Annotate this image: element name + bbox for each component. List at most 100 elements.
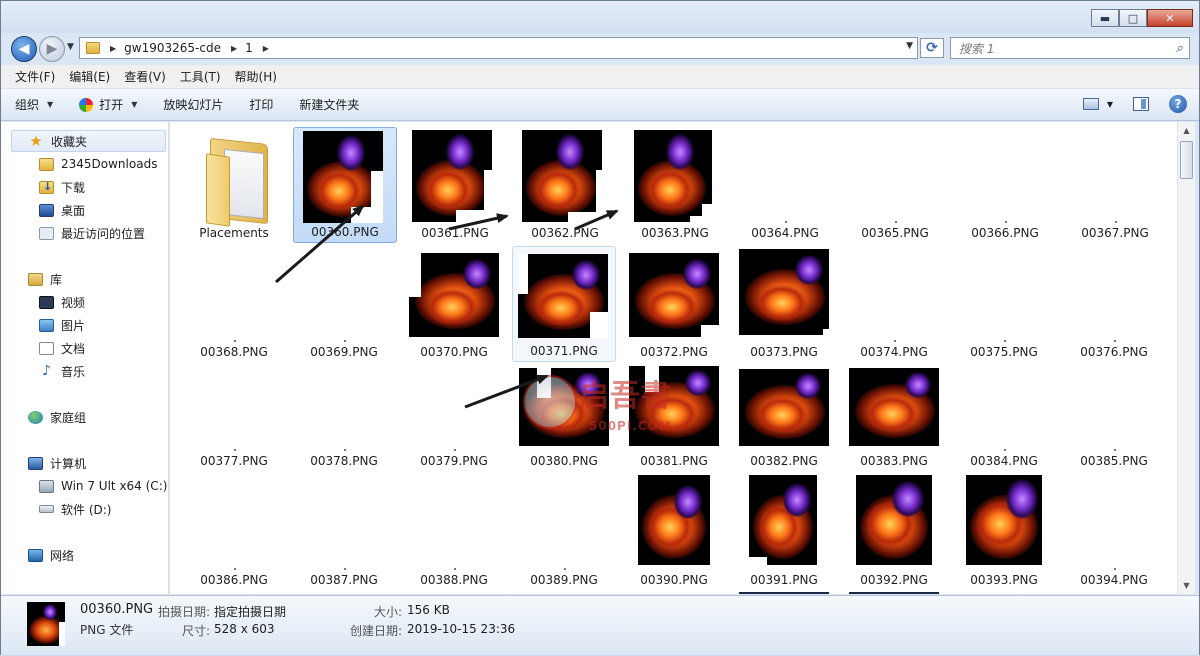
file-item[interactable]: 00383.PNG bbox=[842, 355, 946, 471]
nav-computer[interactable]: 计算机 bbox=[1, 452, 167, 474]
file-item[interactable]: 00379.PNG bbox=[402, 355, 506, 471]
breadcrumb[interactable]: ▶ gw1903265-cde ▶ 1 ▶ ▼ bbox=[79, 37, 918, 59]
file-item[interactable]: 00376.PNG bbox=[1062, 246, 1166, 362]
file-item[interactable]: 00374.PNG bbox=[842, 246, 946, 362]
file-item[interactable]: 00375.PNG bbox=[952, 246, 1056, 362]
file-item[interactable]: 00392.PNG bbox=[842, 474, 946, 590]
organize-button[interactable]: 组织 ▼ bbox=[15, 96, 53, 113]
file-name: 00379.PNG bbox=[420, 454, 488, 468]
file-item[interactable]: 00387.PNG bbox=[292, 474, 396, 590]
file-item[interactable]: 00370.PNG bbox=[402, 246, 506, 362]
file-item[interactable]: 00366.PNG bbox=[953, 127, 1057, 243]
file-item[interactable]: 00372.PNG bbox=[622, 246, 726, 362]
thumbnail-placeholder bbox=[1004, 340, 1006, 342]
file-item[interactable]: 00373.PNG bbox=[732, 246, 836, 362]
nav-drive-c[interactable]: Win 7 Ult x64 (C:) bbox=[1, 475, 167, 497]
file-item[interactable]: 00363.PNG bbox=[623, 127, 727, 243]
nav-music[interactable]: ♪ 音乐 bbox=[1, 360, 167, 382]
history-dropdown[interactable]: ▼ bbox=[67, 42, 74, 52]
nav-downloads[interactable]: 下载 bbox=[1, 176, 167, 198]
file-item[interactable]: 00394.PNG bbox=[1062, 474, 1166, 590]
image-thumbnail bbox=[629, 253, 719, 337]
file-item[interactable]: 00371.PNG bbox=[512, 246, 616, 362]
file-name: 00363.PNG bbox=[641, 226, 709, 240]
nav-label: 视频 bbox=[61, 295, 86, 310]
search-icon[interactable]: ⌕ bbox=[1176, 41, 1183, 56]
nav-favorites[interactable]: ★ 收藏夹 bbox=[11, 130, 166, 152]
file-item[interactable]: 00384.PNG bbox=[952, 355, 1056, 471]
menu-file[interactable]: 文件(F) bbox=[15, 68, 55, 85]
help-icon[interactable]: ? bbox=[1169, 95, 1187, 113]
image-thumbnail bbox=[522, 130, 602, 222]
preview-pane-icon[interactable] bbox=[1133, 97, 1149, 111]
minimize-button[interactable]: ▬ bbox=[1091, 9, 1119, 27]
image-thumbnail bbox=[409, 253, 499, 337]
breadcrumb-item[interactable]: 1 bbox=[245, 41, 253, 55]
nav-recent-places[interactable]: 最近访问的位置 bbox=[1, 222, 167, 244]
pictures-library-icon bbox=[39, 318, 54, 332]
file-item[interactable]: 00361.PNG bbox=[403, 127, 507, 243]
file-item[interactable]: 00365.PNG bbox=[843, 127, 947, 243]
nav-drive-d[interactable]: 软件 (D:) bbox=[1, 498, 167, 520]
print-button[interactable]: 打印 bbox=[249, 96, 273, 113]
nav-pictures[interactable]: 图片 bbox=[1, 314, 167, 336]
open-button[interactable]: 打开 ▼ bbox=[79, 96, 137, 113]
file-item[interactable]: 00360.PNG bbox=[293, 127, 397, 243]
nav-label: 2345Downloads bbox=[61, 157, 158, 171]
maximize-button[interactable]: □ bbox=[1119, 9, 1147, 27]
file-item[interactable]: 00386.PNG bbox=[182, 474, 286, 590]
view-options-icon[interactable] bbox=[1082, 98, 1099, 110]
file-item[interactable]: 00393.PNG bbox=[952, 474, 1056, 590]
size-label: 大小: bbox=[374, 605, 403, 619]
file-item[interactable]: 00388.PNG bbox=[402, 474, 506, 590]
file-item[interactable]: 00390.PNG bbox=[622, 474, 726, 590]
file-item[interactable]: 00378.PNG bbox=[292, 355, 396, 471]
nav-videos[interactable]: 视频 bbox=[1, 291, 167, 313]
close-button[interactable]: ✕ bbox=[1147, 9, 1193, 27]
nav-homegroup[interactable]: 家庭组 bbox=[1, 406, 167, 428]
scrollbar-thumb[interactable] bbox=[1180, 141, 1193, 179]
open-label: 打开 bbox=[99, 98, 124, 112]
breadcrumb-item[interactable]: gw1903265-cde bbox=[124, 41, 221, 55]
chevron-right-icon[interactable]: ▶ bbox=[263, 44, 269, 53]
menu-tools[interactable]: 工具(T) bbox=[180, 68, 221, 85]
file-item[interactable]: 00362.PNG bbox=[513, 127, 617, 243]
file-item[interactable]: 00364.PNG bbox=[733, 127, 837, 243]
menu-help[interactable]: 帮助(H) bbox=[235, 68, 277, 85]
scroll-up-icon[interactable]: ▲ bbox=[1178, 122, 1195, 139]
folder-item-placements[interactable]: Placements bbox=[182, 127, 286, 243]
file-item[interactable]: 00382.PNG bbox=[732, 355, 836, 471]
vertical-scrollbar[interactable]: ▲ ▼ bbox=[1177, 122, 1195, 594]
file-item[interactable]: 00385.PNG bbox=[1062, 355, 1166, 471]
file-item[interactable]: 00377.PNG bbox=[182, 355, 286, 471]
chevron-right-icon[interactable]: ▶ bbox=[231, 44, 237, 53]
nav-desktop[interactable]: 桌面 bbox=[1, 199, 167, 221]
menu-view[interactable]: 查看(V) bbox=[124, 68, 166, 85]
search-input[interactable]: 搜索 1 ⌕ bbox=[950, 37, 1190, 59]
date-taken-value[interactable]: 指定拍摄日期 bbox=[214, 603, 286, 620]
menu-edit[interactable]: 编辑(E) bbox=[69, 68, 110, 85]
slideshow-button[interactable]: 放映幻灯片 bbox=[163, 96, 223, 113]
new-folder-button[interactable]: 新建文件夹 bbox=[299, 96, 359, 113]
file-item[interactable]: 00389.PNG bbox=[512, 474, 616, 590]
thumbnail-placeholder bbox=[785, 221, 787, 223]
file-item[interactable]: 00368.PNG bbox=[182, 246, 286, 362]
file-item[interactable]: 00369.PNG bbox=[292, 246, 396, 362]
refresh-button[interactable]: ⟳ bbox=[920, 38, 944, 58]
nav-network[interactable]: 网络 bbox=[1, 544, 167, 566]
chevron-down-icon[interactable]: ▼ bbox=[1107, 100, 1113, 109]
thumbnail-placeholder bbox=[234, 449, 236, 451]
nav-documents[interactable]: 文档 bbox=[1, 337, 167, 359]
nav-2345downloads[interactable]: 2345Downloads bbox=[1, 153, 167, 175]
chevron-right-icon[interactable]: ▶ bbox=[110, 44, 116, 53]
image-thumbnail bbox=[966, 475, 1042, 565]
forward-button[interactable]: ▶ bbox=[39, 36, 65, 62]
file-item[interactable]: 00391.PNG bbox=[732, 474, 836, 590]
nav-libraries[interactable]: 库 bbox=[1, 268, 167, 290]
address-dropdown[interactable]: ▼ bbox=[906, 41, 913, 51]
nav-label: 软件 (D:) bbox=[61, 502, 112, 517]
back-button[interactable]: ◀ bbox=[11, 36, 37, 62]
library-icon bbox=[28, 272, 43, 286]
scroll-down-icon[interactable]: ▼ bbox=[1178, 577, 1195, 594]
file-item[interactable]: 00367.PNG bbox=[1063, 127, 1167, 243]
